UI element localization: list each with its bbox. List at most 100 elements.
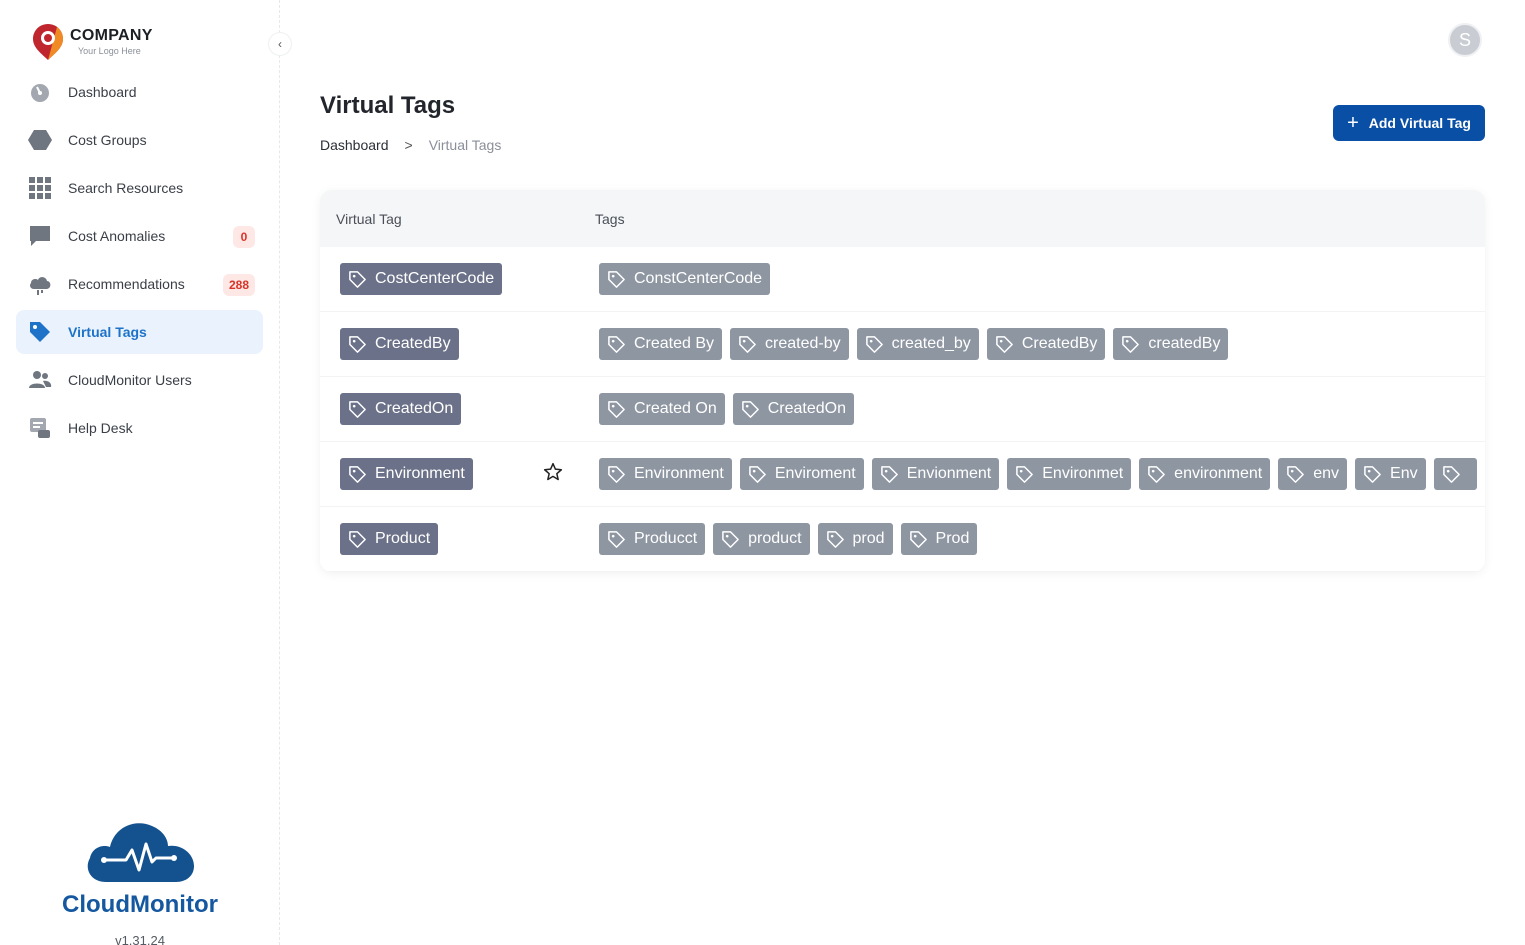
grid-icon <box>28 176 52 200</box>
column-header-virtual-tag[interactable]: Virtual Tag <box>320 211 595 227</box>
helpdesk-icon <box>28 416 52 440</box>
tag-outline-icon <box>722 530 740 548</box>
tag-icon <box>28 320 52 344</box>
tag-outline-icon <box>748 465 766 483</box>
breadcrumb-home-link[interactable]: Dashboard <box>320 137 389 153</box>
tag-chip[interactable]: Created On <box>599 393 725 425</box>
breadcrumb-current: Virtual Tags <box>428 137 502 153</box>
tag-chip[interactable]: CreatedOn <box>732 393 854 425</box>
tag-chip[interactable]: Enviroment <box>739 458 864 490</box>
tag-outline-icon <box>1364 465 1381 483</box>
table-row[interactable]: Product Producct product prod Prod <box>320 507 1485 572</box>
tag-outline-icon <box>349 400 366 418</box>
table-row[interactable]: CreatedBy Created By created-by created_… <box>320 312 1485 377</box>
virtual-tags-table: Virtual Tag Tags CostCenterCode ConstCen… <box>320 190 1485 572</box>
tag-outline-icon <box>1122 335 1140 353</box>
chat-icon <box>28 224 52 248</box>
table-row[interactable]: Environment Environment Enviroment Envio… <box>320 442 1485 507</box>
tag-outline-icon <box>608 530 625 548</box>
user-avatar[interactable]: S <box>1448 23 1482 57</box>
virtual-tag-chip[interactable]: Environment <box>340 458 473 490</box>
tag-outline-icon <box>1287 465 1305 483</box>
tag-outline-icon <box>1148 465 1166 483</box>
tag-outline-icon <box>739 335 756 353</box>
product-name: CloudMonitor <box>62 891 218 918</box>
recommendations-count-badge: 288 <box>222 274 255 296</box>
tag-outline-icon <box>826 530 844 548</box>
sidebar-item-cost-anomalies[interactable]: Cost Anomalies 0 <box>16 214 263 258</box>
cloudmonitor-logo-icon <box>87 823 194 882</box>
virtual-tag-chip[interactable]: CostCenterCode <box>340 263 503 295</box>
sidebar-item-label: Help Desk <box>68 420 133 436</box>
tag-chip[interactable]: ConstCenterCode <box>599 263 771 295</box>
star-outline-icon[interactable] <box>543 462 563 482</box>
tag-chip[interactable]: prod <box>817 523 893 555</box>
sidebar-item-cost-groups[interactable]: Cost Groups <box>16 118 263 162</box>
logo-pin-icon <box>33 24 63 60</box>
tag-outline-icon <box>608 465 625 483</box>
collapse-sidebar-button[interactable]: ‹ <box>268 32 292 56</box>
users-icon <box>28 368 52 392</box>
sidebar-item-label: CloudMonitor Users <box>68 372 192 388</box>
tag-outline-icon <box>909 530 927 548</box>
company-logo[interactable]: COMPANY Your Logo Here <box>30 22 153 62</box>
tag-outline-icon <box>880 465 898 483</box>
sidebar-item-search-resources[interactable]: Search Resources <box>16 166 263 210</box>
virtual-tag-chip[interactable]: CreatedOn <box>340 393 462 425</box>
tags-cell: Producct product prod Prod <box>599 507 1485 571</box>
tags-cell: Created By created-by created_by Created… <box>599 312 1485 376</box>
table-header: Virtual Tag Tags <box>320 190 1485 247</box>
sidebar-item-cloudmonitor-users[interactable]: CloudMonitor Users <box>16 358 263 402</box>
virtual-tag-chip[interactable]: CreatedBy <box>340 328 459 360</box>
tag-outline-icon <box>995 335 1013 353</box>
gauge-icon <box>28 80 52 104</box>
breadcrumb-separator: > <box>404 137 413 153</box>
breadcrumb: Dashboard > Virtual Tags <box>320 137 501 153</box>
sidebar-item-label: Dashboard <box>68 84 137 100</box>
sidebar-item-virtual-tags[interactable]: Virtual Tags <box>16 310 263 354</box>
virtual-tag-chip[interactable]: Product <box>340 523 439 555</box>
tag-chip[interactable]: env <box>1278 458 1348 490</box>
tag-chip[interactable]: Created By <box>599 328 723 360</box>
tag-outline-icon <box>1016 465 1034 483</box>
tag-outline-icon <box>741 400 759 418</box>
tag-chip[interactable]: created_by <box>856 328 979 360</box>
tag-chip[interactable]: Environment <box>599 458 732 490</box>
add-virtual-tag-button[interactable]: + Add Virtual Tag <box>1333 105 1485 141</box>
tag-outline-icon <box>608 270 625 288</box>
tag-chip[interactable]: CreatedBy <box>986 328 1106 360</box>
sidebar-item-recommendations[interactable]: Recommendations 288 <box>16 262 263 306</box>
tag-chip[interactable]: Env <box>1355 458 1426 490</box>
sidebar-nav: Dashboard Cost Groups Search Resources C… <box>16 70 263 454</box>
app-root: COMPANY Your Logo Here ‹ Dashboard Cost … <box>0 0 1525 945</box>
hexagon-icon <box>28 128 52 152</box>
tag-chip[interactable]: Prod <box>900 523 978 555</box>
tag-outline-icon <box>349 335 366 353</box>
table-row[interactable]: CreatedOn Created On CreatedOn <box>320 377 1485 442</box>
company-name: COMPANY <box>70 27 153 44</box>
table-row[interactable]: CostCenterCode ConstCenterCode <box>320 247 1485 312</box>
tag-chip[interactable]: product <box>713 523 810 555</box>
page-title: Virtual Tags <box>320 92 456 119</box>
tags-cell: Created On CreatedOn <box>599 377 1485 441</box>
tag-chip[interactable] <box>1433 458 1477 490</box>
tags-cell: Environment Enviroment Envionment Enviro… <box>599 442 1485 506</box>
tag-chip[interactable]: Producct <box>599 523 706 555</box>
tag-chip[interactable]: environment <box>1139 458 1271 490</box>
sidebar-item-label: Search Resources <box>68 180 184 196</box>
tag-outline-icon <box>349 465 366 483</box>
sidebar-item-help-desk[interactable]: Help Desk <box>16 406 263 450</box>
sidebar-item-dashboard[interactable]: Dashboard <box>16 70 263 114</box>
tag-chip[interactable]: Envionment <box>871 458 1000 490</box>
column-header-tags[interactable]: Tags <box>595 211 625 227</box>
sidebar-item-label: Cost Anomalies <box>68 228 166 244</box>
tag-chip[interactable]: Environmet <box>1007 458 1132 490</box>
tag-chip[interactable]: createdBy <box>1113 328 1229 360</box>
tag-outline-icon <box>608 400 625 418</box>
tags-cell: ConstCenterCode <box>599 247 1485 311</box>
sidebar-item-label: Cost Groups <box>68 132 147 148</box>
company-tagline: Your Logo Here <box>78 46 141 56</box>
tag-outline-icon <box>1442 465 1460 483</box>
tag-chip[interactable]: created-by <box>730 328 849 360</box>
tag-outline-icon <box>349 270 366 288</box>
